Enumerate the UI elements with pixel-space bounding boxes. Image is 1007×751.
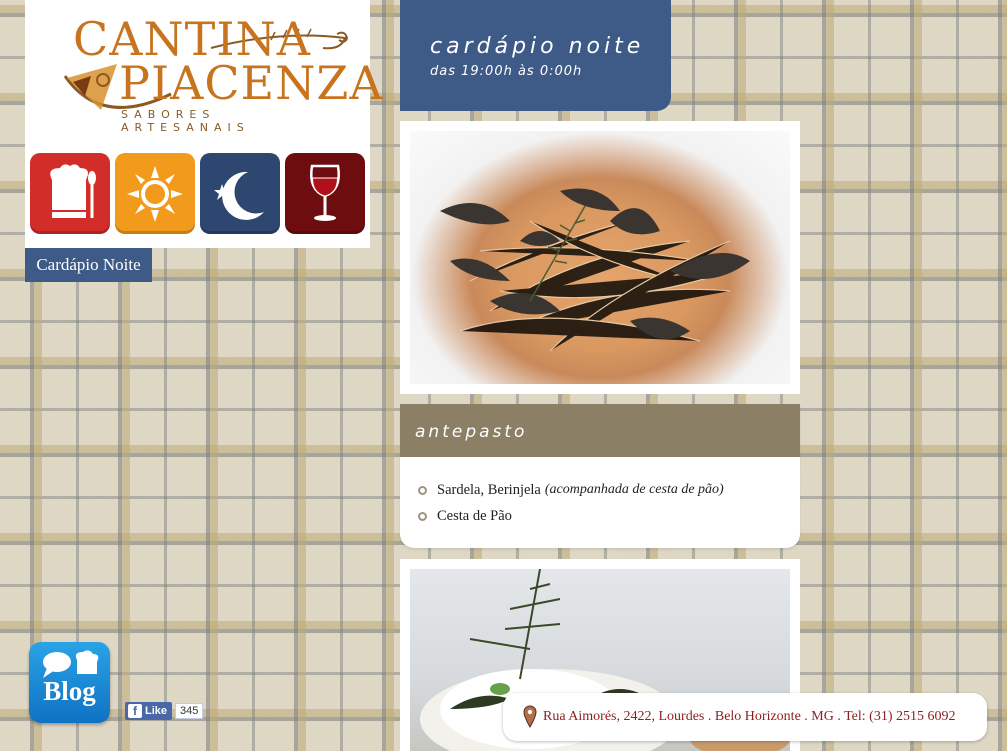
logo-text-piacenza: PIACENZA xyxy=(119,56,384,110)
logo-tagline: SABORES ARTESANAIS xyxy=(121,108,250,134)
facebook-like-button[interactable]: f Like xyxy=(125,702,173,720)
nav-wine-button[interactable] xyxy=(285,153,365,234)
facebook-icon: f xyxy=(128,704,142,718)
nav-night-button[interactable] xyxy=(200,153,280,234)
list-item: Sardela, Berinjela (acompanhada de cesta… xyxy=(418,477,800,503)
bullet-circle-icon xyxy=(418,485,427,495)
menu-item-note: (acompanhada de cesta de pão) xyxy=(544,482,724,497)
menu-item-name: Sardela, Berinjela xyxy=(437,481,541,498)
menu-header: cardápio noite das 19:00h às 0:00h xyxy=(400,0,671,111)
bullet-circle-icon xyxy=(418,511,427,521)
menu-hours: das 19:00h às 0:00h xyxy=(430,64,583,79)
nav-chef-button[interactable] xyxy=(30,153,110,234)
dish-photo-ravioli xyxy=(410,131,790,384)
blog-button[interactable]: Blog xyxy=(29,642,110,723)
current-page-tab: Cardápio Noite xyxy=(25,248,152,282)
logo-link[interactable]: CANTINA PIACENZA SABORES ARTESANAIS xyxy=(61,10,383,134)
facebook-like-label: Like xyxy=(145,705,168,717)
logo-panel: CANTINA PIACENZA SABORES ARTESANAIS xyxy=(25,0,383,248)
blog-label: Blog xyxy=(43,676,96,706)
sun-icon xyxy=(127,165,183,222)
menu-item-name: Cesta de Pão xyxy=(437,507,512,524)
dish-photo-card xyxy=(400,121,800,394)
antepasto-section: antepasto Sardela, Berinjela (acompanhad… xyxy=(400,404,800,548)
section-title: antepasto xyxy=(400,404,800,457)
facebook-like-widget: f Like 345 xyxy=(125,702,204,720)
menu-items-list: Sardela, Berinjela (acompanhada de cesta… xyxy=(400,457,800,529)
wine-glass-icon xyxy=(310,164,340,221)
map-pin-icon xyxy=(523,705,537,728)
address-bar: Rua Aimorés, 2422, Lourdes . Belo Horizo… xyxy=(503,693,987,741)
nav-day-button[interactable] xyxy=(115,153,195,234)
moon-star-icon xyxy=(214,171,264,220)
list-item: Cesta de Pão xyxy=(418,503,800,529)
menu-title: cardápio noite xyxy=(430,34,645,59)
section-icon-nav xyxy=(30,153,365,234)
chef-hat-bubble-icon xyxy=(43,650,99,678)
facebook-like-count: 345 xyxy=(175,703,204,719)
address-text: Rua Aimorés, 2422, Lourdes . Belo Horizo… xyxy=(543,709,956,724)
chef-utensils-icon xyxy=(50,163,96,218)
